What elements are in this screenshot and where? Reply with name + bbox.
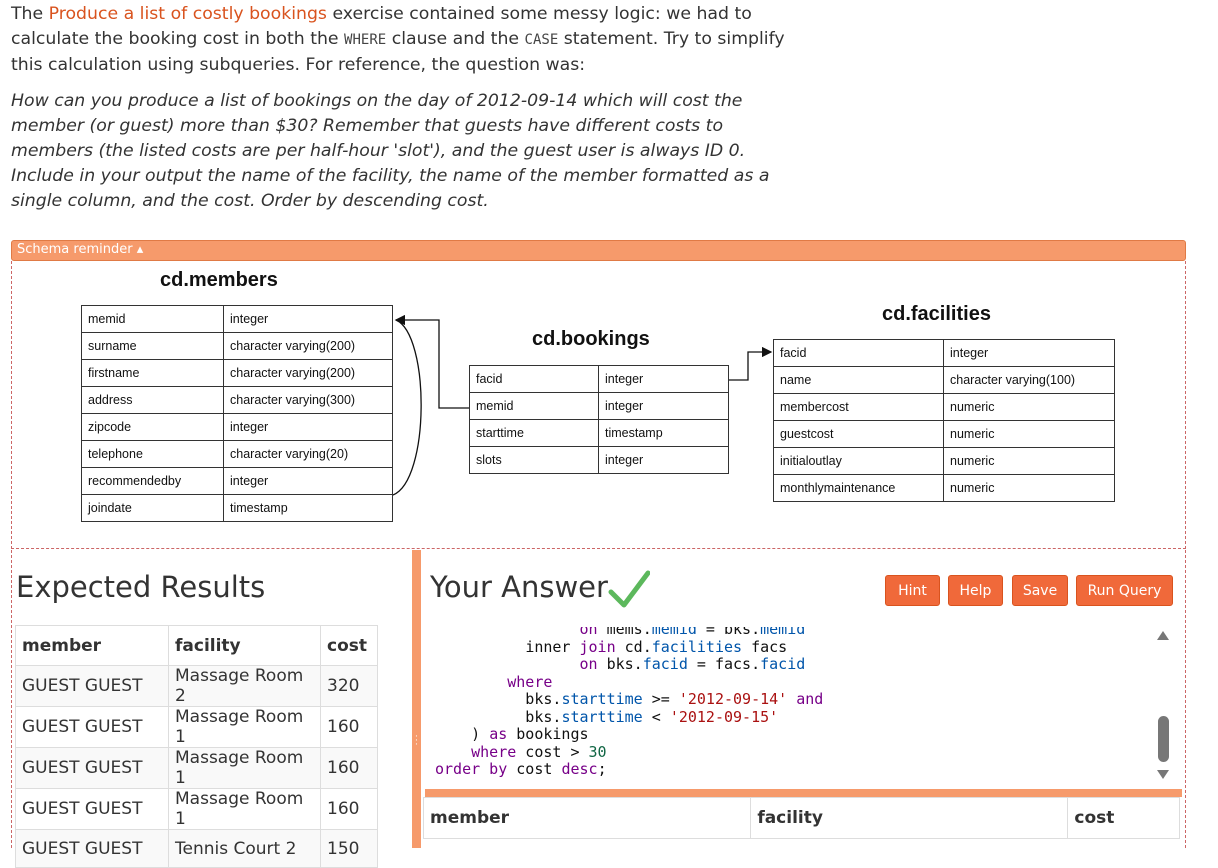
bookings-memid-link [394,314,469,409]
column-header[interactable]: facility [168,625,321,666]
sql-editor[interactable]: on mems.memid = bks.memid inner join cd.… [430,627,1174,787]
editor-scrollbar-thumb[interactable] [1158,716,1169,762]
table-cell: 160 [320,747,378,789]
column-header[interactable]: cost [1067,797,1180,839]
table-row: GUEST GUEST Massage Room 2 320 [15,665,378,707]
table-cell: Massage Room 1 [168,747,321,789]
table-cell: GUEST GUEST [15,706,169,748]
table-cell: GUEST GUEST [15,747,169,789]
vertical-splitter[interactable]: · · · [412,550,421,848]
answer-results-table: member facility cost [422,797,1180,839]
table-cell: 150 [320,829,378,868]
hint-button[interactable]: Hint [885,575,940,606]
scroll-up-arrow-icon[interactable] [1157,631,1169,640]
column-header[interactable]: facility [750,797,1069,839]
table-cell: GUEST GUEST [15,665,169,707]
table-row: GUEST GUEST Massage Room 1 160 [15,788,378,830]
column-header[interactable]: cost [320,625,378,666]
checkmark-icon [608,570,650,608]
table-row: GUEST GUEST Tennis Court 2 150 [15,829,378,868]
table-row: GUEST GUEST Massage Room 1 160 [15,747,378,789]
table-cell: Massage Room 1 [168,788,321,830]
run-query-button[interactable]: Run Query [1076,575,1173,606]
splitter-grip-icon: · · · [415,732,418,750]
table-header-row: member facility cost [15,625,378,666]
table-cell: Tennis Court 2 [168,829,321,868]
help-button[interactable]: Help [948,575,1003,606]
table-cell: 320 [320,665,378,707]
your-answer-heading: Your Answer [430,570,608,604]
horizontal-splitter[interactable] [425,789,1182,797]
table-cell: 160 [320,788,378,830]
column-header[interactable]: member [15,625,169,666]
expected-results-heading: Expected Results [16,570,266,604]
recommendedby-link [392,319,422,496]
table-cell: GUEST GUEST [15,829,169,868]
column-header[interactable]: member [422,797,752,839]
scroll-down-arrow-icon[interactable] [1157,770,1169,779]
bookings-facid-link [729,346,773,381]
sql-code[interactable]: on mems.memid = bks.memid inner join cd.… [435,627,823,779]
table-cell: GUEST GUEST [15,788,169,830]
save-button[interactable]: Save [1012,575,1068,606]
table-cell: Massage Room 2 [168,665,321,707]
table-cell: Massage Room 1 [168,706,321,748]
expected-results-table: member facility cost GUEST GUEST Massage Roo… [15,625,378,868]
table-header-row: member facility cost [422,797,1180,839]
table-row: GUEST GUEST Massage Room 1 160 [15,706,378,748]
table-cell: 160 [320,706,378,748]
